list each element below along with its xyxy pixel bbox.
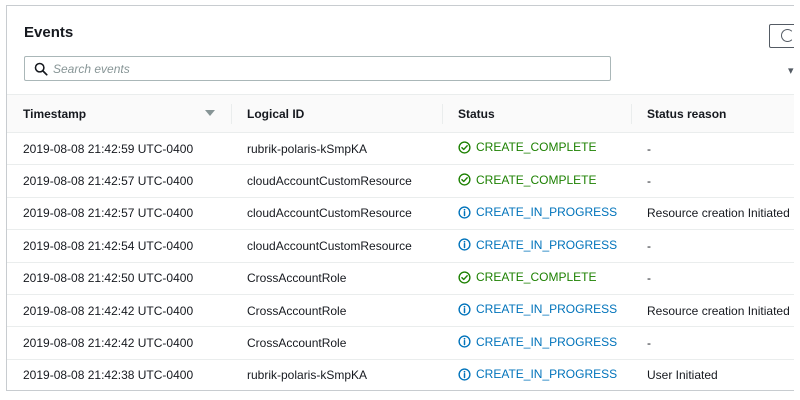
table-row[interactable]: 2019-08-08 21:42:42 UTC-0400 CrossAccount… xyxy=(7,326,794,360)
column-divider xyxy=(231,104,232,124)
timestamp-cell: 2019-08-08 21:42:57 UTC-0400 xyxy=(7,164,231,198)
timestamp-cell: 2019-08-08 21:42:57 UTC-0400 xyxy=(7,197,231,231)
timestamp-cell: 2019-08-08 21:42:42 UTC-0400 xyxy=(7,326,231,360)
check-circle-icon xyxy=(458,141,471,154)
sort-descending-icon[interactable] xyxy=(205,110,215,116)
timestamp-cell: 2019-08-08 21:42:42 UTC-0400 xyxy=(7,294,231,328)
refresh-button[interactable] xyxy=(769,24,794,48)
status-reason-cell: - xyxy=(631,132,794,166)
status-label: CREATE_IN_PROGRESS xyxy=(476,205,618,220)
table-row[interactable]: 2019-08-08 21:42:57 UTC-0400 cloudAccount… xyxy=(7,197,794,231)
status-label: CREATE_COMPLETE xyxy=(476,140,597,155)
status-reason-cell: - xyxy=(631,262,794,295)
logical-id-cell: cloudAccountCustomResource xyxy=(231,197,442,231)
events-table: Timestamp Logical ID Status Status reaso… xyxy=(7,94,794,390)
status-label: CREATE_COMPLETE xyxy=(476,270,597,284)
status-indicator: CREATE_IN_PROGRESS xyxy=(458,302,617,316)
table-row[interactable]: 2019-08-08 21:42:59 UTC-0400 rubrik-polar… xyxy=(7,132,794,166)
status-label: CREATE_IN_PROGRESS xyxy=(476,302,618,317)
table-row[interactable]: 2019-08-08 21:42:50 UTC-0400 CrossAccount… xyxy=(7,262,794,295)
status-indicator: CREATE_COMPLETE xyxy=(458,140,596,154)
status-indicator: CREATE_COMPLETE xyxy=(458,270,596,284)
status-reason-cell: - xyxy=(631,229,794,263)
column-header-label: Status xyxy=(458,106,495,121)
status-indicator: CREATE_IN_PROGRESS xyxy=(458,335,617,349)
status-cell: CREATE_IN_PROGRESS xyxy=(442,359,631,390)
status-indicator: CREATE_COMPLETE xyxy=(458,173,596,187)
column-divider xyxy=(631,104,632,124)
preferences-icon[interactable]: ▾ xyxy=(788,64,794,77)
info-circle-icon xyxy=(458,335,471,348)
status-indicator: CREATE_IN_PROGRESS xyxy=(458,367,617,381)
status-reason-cell: Resource creation Initiated xyxy=(631,197,794,231)
status-cell: CREATE_COMPLETE xyxy=(442,164,631,198)
status-cell: CREATE_IN_PROGRESS xyxy=(442,294,631,328)
table-row[interactable]: 2019-08-08 21:42:38 UTC-0400 rubrik-polar… xyxy=(7,359,794,390)
status-reason-cell: - xyxy=(631,164,794,198)
refresh-icon xyxy=(781,29,794,42)
logical-id-cell: CrossAccountRole xyxy=(231,326,442,360)
column-header-timestamp[interactable]: Timestamp xyxy=(7,94,231,133)
status-cell: CREATE_IN_PROGRESS xyxy=(442,229,631,263)
table-header-row: Timestamp Logical ID Status Status reaso… xyxy=(7,94,794,133)
logical-id-cell: cloudAccountCustomResource xyxy=(231,164,442,198)
status-cell: CREATE_COMPLETE xyxy=(442,132,631,166)
table-row[interactable]: 2019-08-08 21:42:54 UTC-0400 cloudAccount… xyxy=(7,229,794,263)
status-indicator: CREATE_IN_PROGRESS xyxy=(458,205,617,219)
status-cell: CREATE_COMPLETE xyxy=(442,262,631,295)
logical-id-cell: CrossAccountRole xyxy=(231,262,442,295)
info-circle-icon xyxy=(458,303,471,316)
logical-id-cell: rubrik-polaris-kSmpKA xyxy=(231,132,442,166)
timestamp-cell: 2019-08-08 21:42:59 UTC-0400 xyxy=(7,132,231,166)
timestamp-cell: 2019-08-08 21:42:50 UTC-0400 xyxy=(7,262,231,295)
status-label: CREATE_IN_PROGRESS xyxy=(476,237,618,252)
table-row[interactable]: 2019-08-08 21:42:42 UTC-0400 CrossAccount… xyxy=(7,294,794,328)
status-cell: CREATE_IN_PROGRESS xyxy=(442,326,631,360)
status-label: CREATE_COMPLETE xyxy=(476,172,597,187)
status-cell: CREATE_IN_PROGRESS xyxy=(442,197,631,231)
status-label: CREATE_IN_PROGRESS xyxy=(476,367,618,382)
status-indicator: CREATE_IN_PROGRESS xyxy=(458,238,617,252)
logical-id-cell: rubrik-polaris-kSmpKA xyxy=(231,359,442,390)
timestamp-cell: 2019-08-08 21:42:38 UTC-0400 xyxy=(7,359,231,390)
logical-id-cell: CrossAccountRole xyxy=(231,294,442,328)
logical-id-cell: cloudAccountCustomResource xyxy=(231,229,442,263)
info-circle-icon xyxy=(458,206,471,219)
check-circle-icon xyxy=(458,270,471,284)
column-header-label: Logical ID xyxy=(247,106,305,121)
info-circle-icon xyxy=(458,238,471,251)
column-divider xyxy=(442,104,443,124)
column-header-label: Status reason xyxy=(647,106,727,121)
column-header-logical-id[interactable]: Logical ID xyxy=(231,94,442,133)
status-reason-cell: - xyxy=(631,326,794,360)
column-header-label: Timestamp xyxy=(23,106,87,121)
column-header-status-reason[interactable]: Status reason xyxy=(631,94,794,133)
status-reason-cell: User Initiated xyxy=(631,359,794,390)
search-box[interactable] xyxy=(24,56,611,81)
timestamp-cell: 2019-08-08 21:42:54 UTC-0400 xyxy=(7,229,231,263)
table-body: 2019-08-08 21:42:59 UTC-0400 rubrik-polar… xyxy=(7,132,794,390)
column-header-status[interactable]: Status xyxy=(442,94,631,133)
search-input[interactable] xyxy=(53,58,603,79)
status-label: CREATE_IN_PROGRESS xyxy=(476,334,618,349)
info-circle-icon xyxy=(458,368,471,381)
events-panel: Events ▾ Timestamp Logical ID xyxy=(6,5,794,391)
table-row[interactable]: 2019-08-08 21:42:57 UTC-0400 cloudAccount… xyxy=(7,164,794,198)
panel-title: Events xyxy=(24,24,74,41)
status-reason-cell: Resource creation Initiated xyxy=(631,294,794,328)
search-icon xyxy=(34,62,48,76)
check-circle-icon xyxy=(458,173,471,186)
